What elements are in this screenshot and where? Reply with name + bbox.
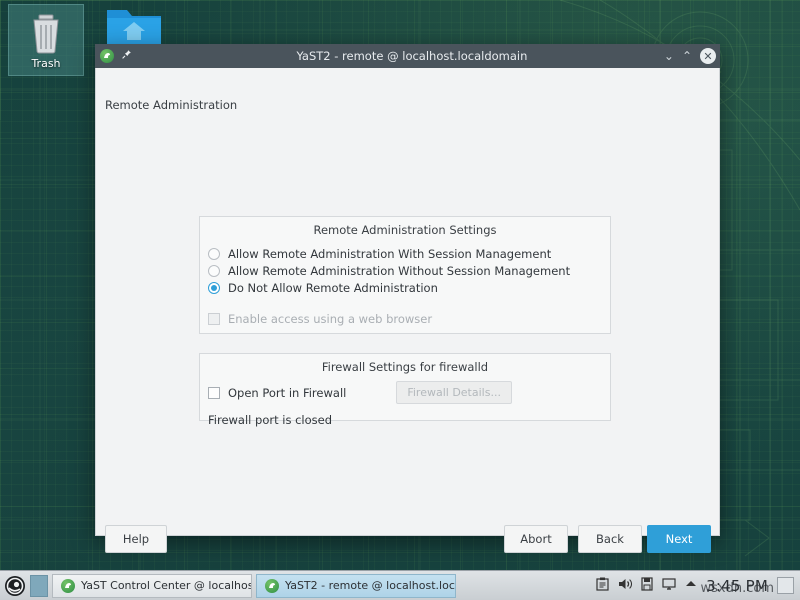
display-icon[interactable] [662, 577, 676, 594]
firewall-status-text: Firewall port is closed [200, 413, 610, 427]
checkbox-label: Enable access using a web browser [228, 312, 432, 326]
taskbar[interactable]: YaST Control Center @ localhost.lo... Ya… [0, 570, 800, 600]
yast-chameleon-icon [100, 49, 114, 63]
volume-icon[interactable] [618, 577, 632, 594]
clock[interactable]: 3:45 PM [706, 577, 768, 595]
firewall-row: Open Port in Firewall Firewall Details..… [200, 381, 610, 404]
checkbox-web-browser-access: Enable access using a web browser [200, 310, 610, 327]
help-button[interactable]: Help [105, 525, 167, 553]
trash-icon [9, 11, 83, 55]
radio-icon[interactable] [208, 265, 220, 277]
next-button[interactable]: Next [647, 525, 711, 553]
minimize-all-button[interactable] [777, 577, 794, 594]
firewall-details-button: Firewall Details... [396, 381, 512, 404]
checkbox-label-open-port: Open Port in Firewall [228, 386, 346, 400]
system-tray[interactable]: 3:45 PM [596, 577, 800, 595]
show-desktop-button[interactable] [30, 575, 48, 597]
clipboard-icon[interactable] [596, 577, 609, 594]
radio-allow-without-session[interactable]: Allow Remote Administration Without Sess… [200, 262, 610, 279]
maximize-button[interactable]: ⌃ [682, 50, 692, 62]
radio-icon-selected[interactable] [208, 282, 220, 294]
abort-button[interactable]: Abort [504, 525, 568, 553]
taskbar-item-yast-control-center[interactable]: YaST Control Center @ localhost.lo... [52, 574, 252, 598]
firewall-settings-group: Firewall Settings for firewalld Open Por… [199, 353, 611, 421]
yast-window[interactable]: YaST2 - remote @ localhost.localdomain ⌄… [95, 44, 720, 536]
close-icon[interactable]: ✕ [700, 48, 716, 64]
page-title: Remote Administration [105, 98, 237, 112]
window-titlebar[interactable]: YaST2 - remote @ localhost.localdomain ⌄… [95, 44, 720, 68]
radio-do-not-allow[interactable]: Do Not Allow Remote Administration [200, 279, 610, 296]
taskbar-item-yast2-remote[interactable]: YaST2 - remote @ localhost.locald... [256, 574, 456, 598]
radio-label: Do Not Allow Remote Administration [228, 281, 438, 295]
group-title-remote: Remote Administration Settings [200, 223, 610, 237]
radio-label: Allow Remote Administration With Session… [228, 247, 551, 261]
taskbar-item-label: YaST2 - remote @ localhost.locald... [285, 579, 456, 592]
show-hidden-arrow-icon[interactable] [685, 579, 697, 592]
start-menu-button[interactable] [0, 571, 30, 600]
window-title: YaST2 - remote @ localhost.localdomain [160, 49, 664, 63]
group-title-firewall: Firewall Settings for firewalld [200, 360, 610, 374]
window-body: Remote Administration Remote Administrat… [95, 68, 720, 536]
taskbar-item-label: YaST Control Center @ localhost.lo... [81, 579, 252, 592]
removable-device-icon[interactable] [641, 577, 653, 594]
radio-icon[interactable] [208, 248, 220, 260]
back-button[interactable]: Back [578, 525, 642, 553]
checkbox-icon [208, 313, 220, 325]
checkbox-icon[interactable] [208, 387, 220, 399]
radio-label: Allow Remote Administration Without Sess… [228, 264, 570, 278]
yast-chameleon-icon [61, 579, 75, 593]
pin-icon[interactable] [121, 49, 132, 63]
minimize-button[interactable]: ⌄ [664, 50, 674, 62]
yast-chameleon-icon [265, 579, 279, 593]
desktop-icon-label: Trash [9, 57, 83, 70]
remote-administration-group: Remote Administration Settings Allow Rem… [199, 216, 611, 334]
desktop[interactable]: Trash [0, 0, 800, 600]
desktop-icon-trash[interactable]: Trash [8, 4, 84, 76]
home-folder-icon [96, 4, 172, 48]
radio-allow-with-session[interactable]: Allow Remote Administration With Session… [200, 245, 610, 262]
